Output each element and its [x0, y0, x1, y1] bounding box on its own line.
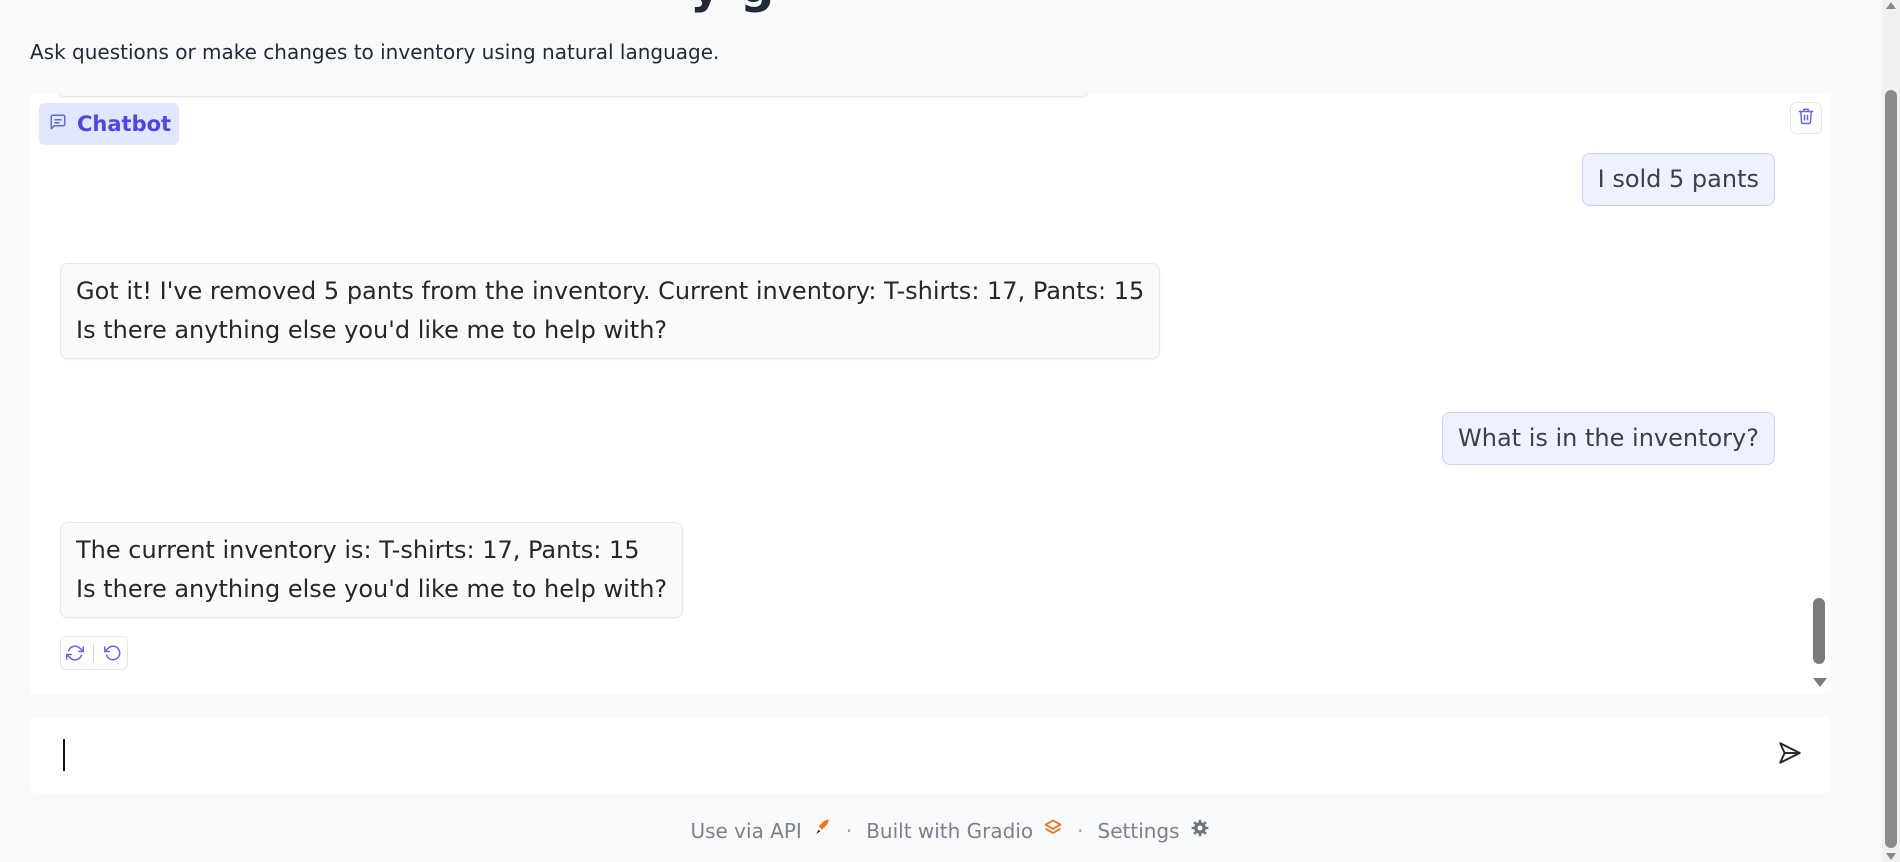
footer: Use via API · Built with Gradio · Settin…	[0, 818, 1900, 843]
gear-icon	[1190, 818, 1210, 843]
message-line: Is there anything else you'd like me to …	[76, 575, 668, 603]
chatbot-label-text: Chatbot	[77, 112, 172, 136]
message-input-box[interactable]	[30, 717, 1831, 793]
built-with-gradio-link[interactable]: Built with Gradio	[866, 818, 1063, 843]
settings-link[interactable]: Settings	[1098, 818, 1210, 843]
message-line: Got it! I've removed 5 pants from the in…	[76, 277, 1145, 305]
previous-message-bubble	[58, 93, 1088, 97]
built-with-gradio-label: Built with Gradio	[866, 818, 1034, 843]
send-icon	[1777, 740, 1803, 770]
footer-separator: ·	[1077, 818, 1084, 843]
use-via-api-link[interactable]: Use via API	[690, 818, 831, 843]
refresh-icon	[65, 645, 84, 661]
bot-message: Got it! I've removed 5 pants from the in…	[60, 263, 1161, 359]
message-line: Is there anything else you'd like me to …	[76, 316, 668, 344]
retry-button[interactable]	[65, 644, 84, 662]
bot-message: The current inventory is: T-shirts: 17, …	[60, 522, 684, 618]
chat-scrollbar-thumb[interactable]	[1813, 598, 1825, 664]
text-caret	[63, 739, 65, 771]
rocket-icon	[812, 818, 832, 843]
undo-icon	[104, 645, 121, 661]
chatbot-panel[interactable]: Chatbot I sold 5 pants Got it! I've remo…	[30, 93, 1831, 693]
page-title: y g	[690, 0, 775, 14]
page-scrollbar[interactable]	[1882, 0, 1900, 862]
trash-icon	[1797, 107, 1815, 129]
settings-label: Settings	[1097, 818, 1180, 843]
page-scroll-down-arrow[interactable]	[1886, 853, 1896, 860]
use-via-api-label: Use via API	[690, 818, 802, 843]
undo-button[interactable]	[104, 644, 122, 662]
message-input[interactable]	[60, 733, 1764, 779]
clear-chat-button[interactable]	[1790, 102, 1822, 134]
message-line: I sold 5 pants	[1597, 165, 1759, 193]
footer-separator: ·	[845, 818, 853, 843]
page-scrollbar-thumb[interactable]	[1885, 90, 1897, 848]
gradio-logo-icon	[1043, 818, 1063, 843]
chat-scroll-down-arrow[interactable]	[1813, 678, 1827, 687]
message-actions	[60, 636, 128, 670]
send-button[interactable]	[1775, 740, 1805, 770]
page-scroll-up-arrow[interactable]	[1886, 2, 1896, 9]
user-message: What is in the inventory?	[1442, 412, 1775, 465]
page-subtitle: Ask questions or make changes to invento…	[30, 40, 720, 64]
message-line: The current inventory is: T-shirts: 17, …	[76, 536, 640, 564]
chatbot-label: Chatbot	[39, 103, 179, 145]
message-line: What is in the inventory?	[1458, 424, 1759, 452]
user-message: I sold 5 pants	[1581, 153, 1775, 206]
chat-bubble-icon	[49, 113, 67, 135]
divider	[93, 644, 95, 662]
